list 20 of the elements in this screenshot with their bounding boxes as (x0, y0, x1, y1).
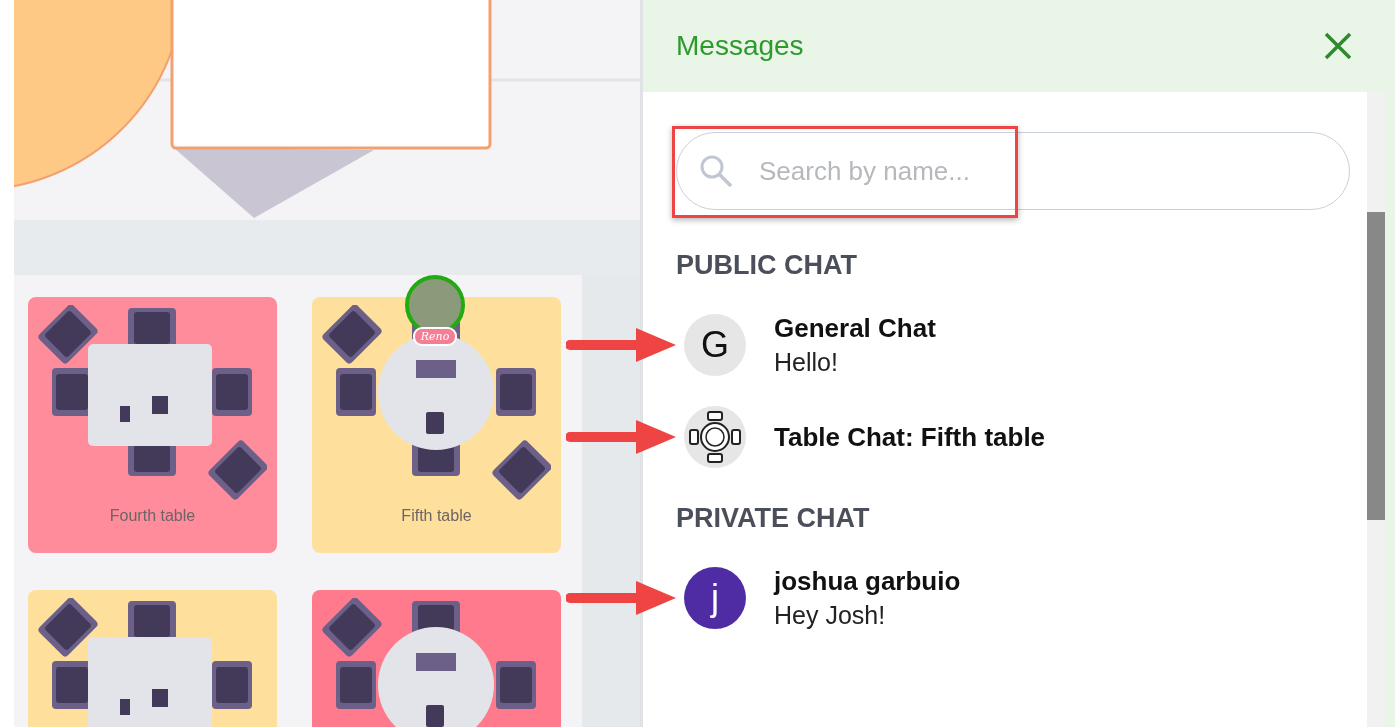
chat-item[interactable]: j joshua garbuio Hey Josh! (684, 552, 1367, 644)
chat-item[interactable]: Table Chat: Fifth table (684, 391, 1367, 483)
section-heading: PUBLIC CHAT (676, 250, 858, 281)
section-heading: PRIVATE CHAT (676, 503, 871, 534)
message-preview: Hello! (774, 348, 839, 377)
search-field[interactable]: Search by name... (676, 132, 1350, 210)
table-name: Fourth table (109, 507, 196, 525)
scrollbar-track[interactable] (1367, 92, 1385, 727)
table-name: Fifth table (401, 507, 472, 525)
message-preview: Hey Josh! (774, 601, 887, 630)
chat-name: Table Chat: Fifth table (774, 421, 1046, 453)
chat-name: General Chat (774, 313, 936, 344)
search-icon (698, 153, 734, 189)
chat-name: joshua garbuio (774, 566, 961, 597)
letter-avatar: j (684, 567, 746, 629)
round-table-icon (684, 406, 746, 468)
chat-item[interactable]: G General Chat Hello! (684, 299, 1367, 391)
letter-avatar: G (684, 314, 746, 376)
scrollbar-thumb[interactable] (1367, 212, 1385, 520)
panel-title: Messages (676, 30, 804, 62)
